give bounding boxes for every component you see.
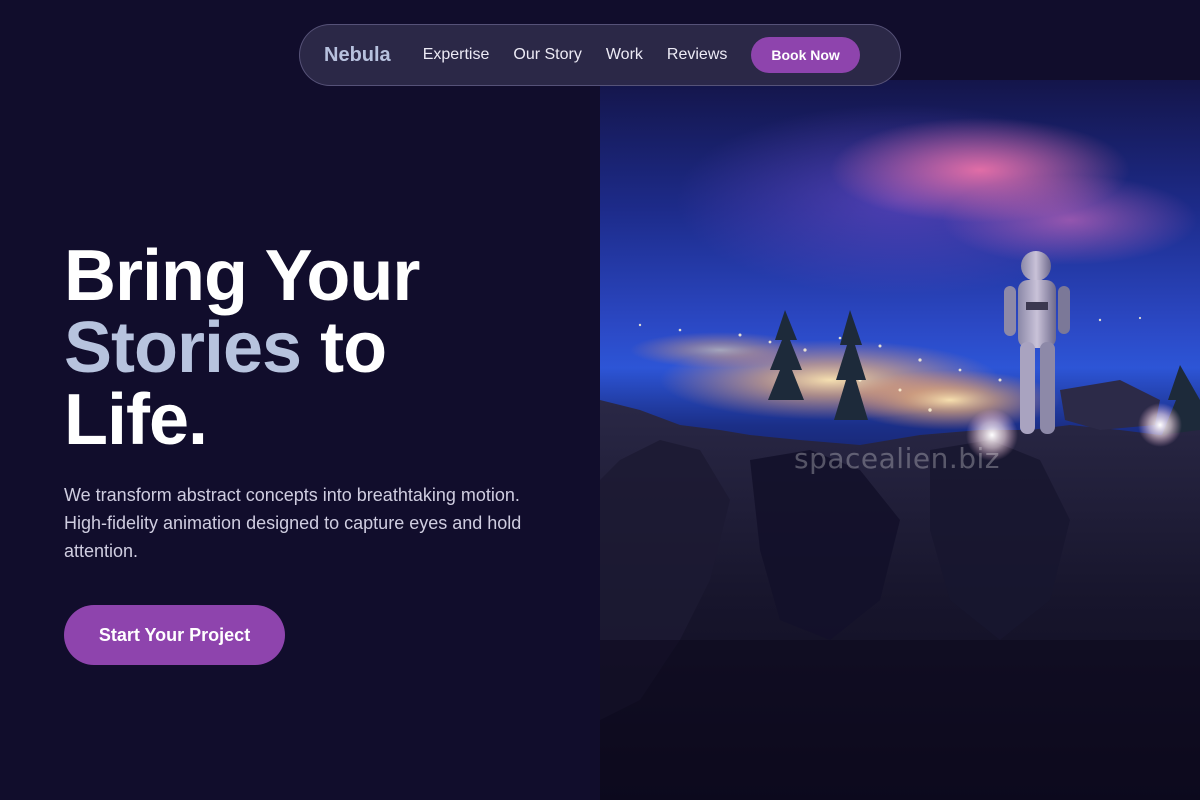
landing-page: spacealien.biz Nebula Expertise Our Stor… (0, 0, 1200, 800)
watermark-text: spacealien.biz (794, 442, 1000, 475)
headline-line-3: Life. (64, 380, 208, 460)
night-landscape-illustration (600, 251, 1200, 800)
nav-link-reviews[interactable]: Reviews (667, 46, 727, 64)
headline-line-2-rest: to (301, 308, 387, 388)
start-project-button[interactable]: Start Your Project (64, 605, 285, 665)
nav-link-expertise[interactable]: Expertise (423, 46, 490, 64)
top-nav: Nebula Expertise Our Story Work Reviews … (299, 24, 901, 86)
hero-headline: Bring Your Stories to Life. (64, 240, 584, 456)
headline-line-1: Bring Your (64, 236, 420, 316)
hero-image: spacealien.biz (600, 80, 1200, 800)
nav-link-work[interactable]: Work (606, 46, 643, 64)
book-now-button[interactable]: Book Now (751, 37, 860, 73)
hero-subtext: We transform abstract concepts into brea… (64, 485, 522, 561)
nav-link-our-story[interactable]: Our Story (513, 46, 581, 64)
brand-logo[interactable]: Nebula (324, 44, 391, 67)
headline-accent-word: Stories (64, 308, 302, 388)
